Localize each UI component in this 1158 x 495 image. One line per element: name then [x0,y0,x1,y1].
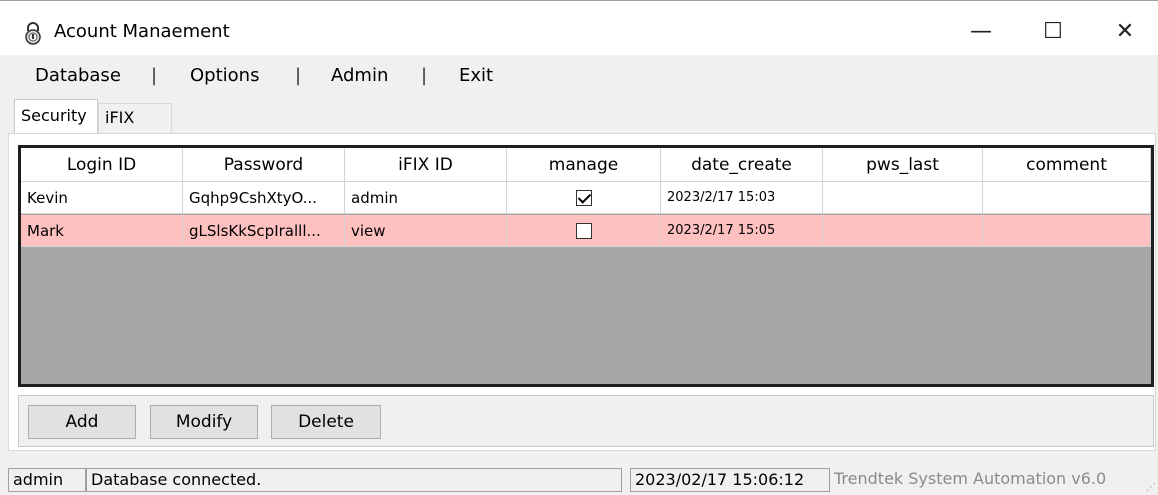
column-header-login-id[interactable]: Login ID [21,148,183,182]
column-header-password[interactable]: Password [183,148,345,182]
resize-grip-icon[interactable]: ⋰ [1146,482,1156,493]
menu-separator: | [295,65,302,86]
status-datetime: 2023/02/17 15:06:12 [630,468,830,492]
status-bar: admin Database connected. 2023/02/17 15:… [0,464,1158,495]
status-company: Trendtek System Automation v6.0 [834,469,1107,488]
grid-header-row: Login ID Password iFIX ID manage date_cr… [21,148,1151,182]
window-title: Acount Manaement [54,21,230,42]
lock-app-icon [25,22,41,45]
cell-date-create[interactable]: 2023/2/17 15:05 [661,215,823,247]
cell-manage [507,182,661,214]
column-header-ifix-id[interactable]: iFIX ID [345,148,507,182]
status-user: admin [8,468,86,492]
delete-button[interactable]: Delete [271,405,381,439]
menu-database[interactable]: Database [35,64,121,88]
cell-ifix-id[interactable]: admin [345,182,507,214]
status-message: Database connected. [86,468,622,492]
add-button[interactable]: Add [28,405,136,439]
accounts-grid[interactable]: Login ID Password iFIX ID manage date_cr… [18,145,1154,387]
column-header-comment[interactable]: comment [983,148,1151,182]
maximize-icon[interactable]: ☐ [1030,11,1076,51]
manage-checkbox[interactable] [575,222,592,239]
cell-password[interactable]: gLSlsKkScpIralll... [183,215,345,247]
menu-separator: | [421,65,428,86]
tab-security[interactable]: Security [14,99,98,133]
manage-checkbox[interactable] [575,189,592,206]
cell-login-id[interactable]: Kevin [21,182,183,214]
column-header-date-create[interactable]: date_create [661,148,823,182]
menu-exit[interactable]: Exit [459,64,493,88]
tab-ifix[interactable]: iFIX [98,103,172,133]
account-management-window: Acount Manaement — ☐ ✕ Database | Option… [0,0,1158,495]
menu-bar: Database | Options | Admin | Exit [0,55,1158,97]
menu-options[interactable]: Options [190,64,259,88]
cell-pws-last[interactable] [823,215,983,247]
cell-password[interactable]: Gqhp9CshXtyO... [183,182,345,214]
cell-comment[interactable] [983,182,1151,214]
cell-pws-last[interactable] [823,182,983,214]
minimize-icon[interactable]: — [958,11,1004,51]
menu-admin[interactable]: Admin [331,64,388,88]
column-header-pws-last[interactable]: pws_last [823,148,983,182]
cell-manage [507,215,661,247]
tab-strip: Security iFIX [0,99,1158,133]
table-row[interactable]: Kevin Gqhp9CshXtyO... admin 2023/2/17 15… [21,182,1151,214]
cell-comment[interactable] [983,215,1151,247]
column-header-manage[interactable]: manage [507,148,661,182]
menu-separator: | [151,65,158,86]
cell-ifix-id[interactable]: view [345,215,507,247]
cell-login-id[interactable]: Mark [21,215,183,247]
modify-button[interactable]: Modify [150,405,258,439]
close-icon[interactable]: ✕ [1102,11,1148,51]
title-bar[interactable]: Acount Manaement — ☐ ✕ [0,1,1158,55]
cell-date-create[interactable]: 2023/2/17 15:03 [661,182,823,214]
table-row-selected[interactable]: Mark gLSlsKkScpIralll... view 2023/2/17 … [21,215,1151,247]
